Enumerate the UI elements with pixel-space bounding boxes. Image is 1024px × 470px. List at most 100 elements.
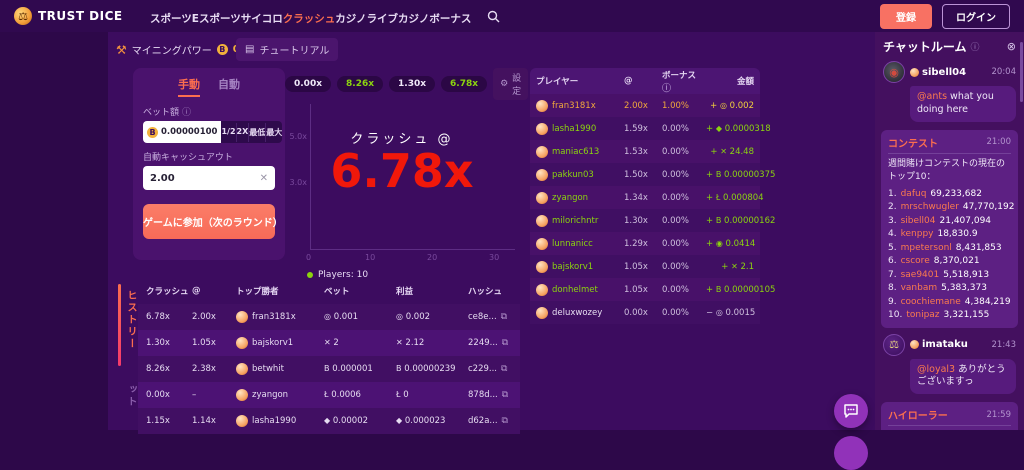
chat-scrollbar[interactable] (1020, 42, 1023, 102)
chat-panel: チャットルーム ⓘ ⊗ ◉ sibell04 20:04 @ants what … (875, 32, 1024, 430)
chat-close-icon[interactable]: ⊗ (1007, 40, 1016, 53)
player-amount: + B 0.00000162 (706, 215, 776, 226)
nav-item[interactable]: サイコロ (241, 13, 283, 25)
player-avatar (536, 283, 548, 296)
settings-button[interactable]: ⚙ 設定 (493, 68, 529, 100)
copy-icon[interactable]: ⧉ (502, 416, 508, 426)
history-row[interactable]: 6.78x 2.00x fran3181x ◎ 0.001 ◎ 0.002 ce… (138, 304, 520, 330)
tutorial-button[interactable]: ▤ チュートリアル (236, 38, 339, 61)
contest-rank: 3. (888, 215, 897, 226)
coin-icon: ◎ (396, 312, 403, 321)
player-row[interactable]: pakkun03 1.50x 0.00% + B 0.00000375 (530, 163, 775, 186)
secondary-fab-button[interactable] (834, 436, 868, 470)
coin-icon: Ł (396, 390, 401, 399)
history-chip[interactable]: 6.78x (441, 76, 488, 92)
chat-info-icon[interactable]: ⓘ (971, 40, 980, 53)
player-row[interactable]: deluxwozey 0.00x 0.00% − ◎ 0.0015 (530, 301, 760, 324)
contest-player[interactable]: tonipaz (906, 309, 939, 323)
bet-quick-button[interactable]: 最低 (248, 122, 265, 142)
players-table: プレイヤー @ ボーナス ⓘ 金額 fran3181x 2.00x 1.00% … (530, 68, 775, 324)
nav-item[interactable]: ボーナス (429, 13, 471, 25)
player-row[interactable]: lasha1990 1.59x 0.00% + ◆ 0.0000318 (530, 117, 771, 140)
history-chip[interactable]: 1.30x (389, 76, 436, 92)
coin-icon: B (715, 215, 722, 225)
join-game-button[interactable]: ゲームに参加（次のラウンド） (143, 204, 283, 239)
contest-player[interactable]: coochiemane (901, 296, 961, 310)
coin-icon: ◆ (396, 416, 403, 425)
coin-icon: Ł (715, 192, 721, 202)
player-row[interactable]: maniac613 1.53x 0.00% + ✕ 24.48 (530, 140, 760, 163)
bet-quick-button[interactable]: 2X (235, 122, 248, 142)
copy-icon[interactable]: ⧉ (501, 312, 507, 322)
login-button[interactable]: ログイン (942, 3, 1010, 29)
tab-auto[interactable]: 自動 (218, 76, 240, 97)
contest-player[interactable]: mrschwugler (901, 201, 959, 215)
history-row[interactable]: 1.30x 1.05x bajskorv1 ✕ 2 ✕ 2.12 2249...… (138, 330, 520, 356)
tab-manual[interactable]: 手動 (178, 76, 200, 97)
settings-label: 設定 (512, 74, 522, 97)
player-name: fran3181x (552, 100, 596, 111)
search-icon[interactable] (487, 10, 500, 23)
contest-player[interactable]: sibell04 (901, 215, 936, 229)
bonus-info-icon[interactable]: ⓘ (662, 84, 671, 94)
player-row[interactable]: zyangon 1.34x 0.00% + Ł 0.000804 (530, 186, 764, 209)
mention: @ants (917, 91, 948, 102)
tab-history[interactable]: ヒストリー (123, 290, 138, 350)
contest-player[interactable]: dafuq (901, 188, 927, 202)
player-avatar (536, 191, 548, 204)
nav-item[interactable]: ライブカジノ (367, 13, 430, 25)
contest-player[interactable]: sae9401 (901, 269, 940, 283)
register-button[interactable]: 登録 (880, 3, 932, 29)
user-badge-icon (910, 67, 919, 77)
chat-bubble-button[interactable] (834, 394, 868, 428)
history-row[interactable]: 8.26x 2.38x betwhit B 0.000001 B 0.00000… (138, 356, 520, 382)
brand-logo[interactable]: ⚖ TRUST DICE (0, 7, 130, 25)
hash-value: ce8e... (468, 312, 497, 322)
contest-entry: 1. dafuq 69,233,682 (888, 188, 1011, 202)
player-multiplier: 1.05x (624, 261, 648, 272)
players-table-header: プレイヤー @ ボーナス ⓘ 金額 (530, 68, 760, 94)
bet-quick-button[interactable]: 1/2 (221, 123, 235, 142)
bet-amount-input[interactable]: B 0.00000100 (143, 121, 222, 143)
player-avatar (536, 306, 548, 319)
player-row[interactable]: bajskorv1 1.05x 0.00% + ✕ 2.1 (530, 255, 760, 278)
bet-value: ✕ 2 (324, 338, 339, 348)
player-amount: + ◎ 0.002 (710, 100, 754, 111)
history-row[interactable]: 1.15x 1.14x lasha1990 ◆ 0.00002 ◆ 0.0000… (138, 408, 520, 434)
copy-icon[interactable]: ⧉ (501, 364, 507, 374)
player-name: pakkun03 (552, 169, 594, 180)
contest-player[interactable]: cscore (901, 255, 930, 269)
player-row[interactable]: donhelmet 1.05x 0.00% + B 0.00000105 (530, 278, 775, 301)
contest-player[interactable]: kenppy (901, 228, 934, 242)
bet-quick-button[interactable]: 最大 (265, 122, 282, 142)
copy-icon[interactable]: ⧉ (502, 338, 508, 348)
player-name: milorichntr (552, 215, 599, 226)
message-bubble: @loyal3 ありがとうございますっ (910, 358, 1016, 395)
history-chip[interactable]: 0.00x (285, 76, 332, 92)
history-chip[interactable]: 8.26x (337, 76, 384, 92)
contest-rank: 10. (888, 310, 903, 321)
contest-player[interactable]: vanbam (901, 282, 938, 296)
copy-icon[interactable]: ⧉ (502, 390, 508, 400)
chat-message: ◉ sibell04 20:04 @ants what you doing he… (875, 59, 1024, 126)
gear-icon: ⚙ (500, 79, 509, 89)
player-row[interactable]: milorichntr 1.30x 0.00% + B 0.00000162 (530, 209, 775, 232)
contest-score: 8,370,021 (933, 256, 980, 267)
player-row[interactable]: fran3181x 2.00x 1.00% + ◎ 0.002 (530, 94, 760, 117)
contest-entry: 4. kenppy 18,830.9 (888, 228, 1011, 242)
player-row[interactable]: lunnanicc 1.29x 0.00% + ◉ 0.0414 (530, 232, 760, 255)
contest-rank: 8. (888, 283, 897, 294)
clear-icon[interactable]: ✕ (260, 173, 268, 184)
history-row[interactable]: 0.00x – zyangon Ł 0.0006 Ł 0 878d... ⧉ (138, 382, 520, 408)
nav-item[interactable]: クラッシュ (283, 13, 336, 25)
nav-item[interactable]: カジノ (335, 13, 366, 25)
speech-bubble-icon (844, 404, 858, 418)
bet-quick-buttons: 1/2 2X 最低 最大 (221, 121, 283, 143)
auto-cashout-input[interactable]: 2.00 ✕ (143, 166, 275, 190)
mining-power-label: マイニングパワー (131, 46, 212, 57)
contest-player[interactable]: mpetersonl (901, 242, 952, 256)
nav-item[interactable]: Eスポーツ (192, 13, 241, 25)
player-bonus: 0.00% (662, 146, 690, 157)
info-icon[interactable]: ⓘ (182, 105, 191, 118)
nav-item[interactable]: スポーツ (150, 13, 192, 25)
